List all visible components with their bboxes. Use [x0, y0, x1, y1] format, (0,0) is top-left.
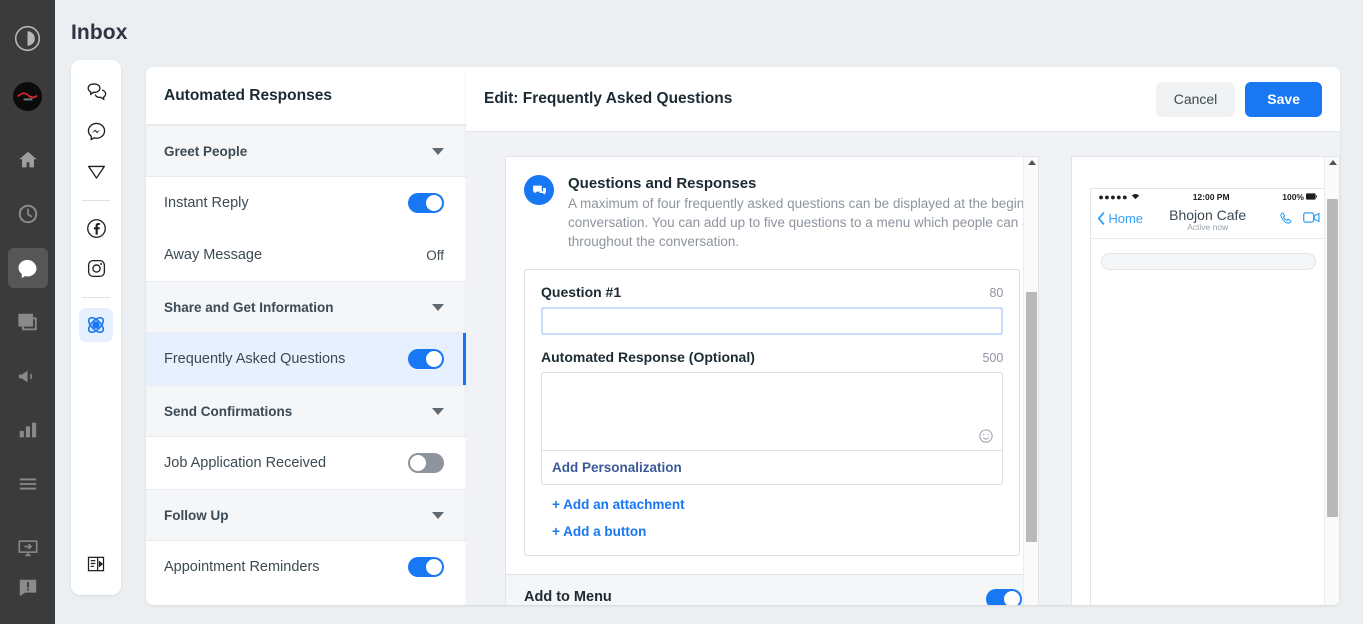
add-personalization-button[interactable]: Add Personalization [542, 450, 1002, 484]
phone-message-composer[interactable] [1101, 253, 1316, 270]
chevron-down-icon[interactable] [432, 148, 444, 155]
section-header-greet-people[interactable]: Greet People [146, 125, 466, 177]
setting-row-appointment-reminders[interactable]: Appointment Reminders [146, 541, 466, 593]
editor-header: Edit: Frequently Asked Questions Cancel … [466, 67, 1340, 132]
status-time: 12:00 PM [1193, 192, 1230, 202]
global-nav-rail [0, 0, 55, 624]
section-header-label: Follow Up [164, 508, 229, 523]
history-icon[interactable] [8, 194, 48, 234]
profile-avatar[interactable] [8, 76, 48, 116]
response-box: Add Personalization [541, 372, 1003, 485]
mobile-preview-card: ●●●●● 12:00 PM 100% [1071, 156, 1340, 605]
facebook-icon[interactable] [79, 211, 113, 245]
add-to-menu-section: Add to Menu [506, 574, 1038, 605]
scrollbar-thumb[interactable] [1327, 199, 1338, 517]
chevron-down-icon[interactable] [432, 408, 444, 415]
response-textarea[interactable] [542, 373, 1002, 445]
response-label: Automated Response (Optional) [541, 349, 755, 365]
faq-toggle[interactable] [408, 349, 444, 369]
megaphone-icon[interactable] [8, 356, 48, 396]
appointment-reminders-toggle[interactable] [408, 557, 444, 577]
response-char-limit: 500 [982, 351, 1003, 365]
video-camera-icon[interactable] [1303, 211, 1320, 231]
send-plane-icon[interactable] [79, 154, 113, 188]
section-header-share-get-information[interactable]: Share and Get Information [146, 281, 466, 333]
form-scrollbar[interactable] [1023, 157, 1038, 605]
away-message-state: Off [426, 248, 444, 263]
editor-panel: Edit: Frequently Asked Questions Cancel … [466, 67, 1340, 605]
job-application-toggle[interactable] [408, 453, 444, 473]
setting-row-job-application-received[interactable]: Job Application Received [146, 437, 466, 489]
channel-rail [71, 60, 121, 595]
chevron-down-icon[interactable] [432, 512, 444, 519]
wifi-icon [1131, 192, 1140, 202]
setting-label: Frequently Asked Questions [164, 351, 345, 367]
add-button-link[interactable]: + Add a button [552, 524, 1003, 539]
add-to-menu-title: Add to Menu [524, 589, 612, 605]
setting-row-away-message[interactable]: Away Message Off [146, 229, 466, 281]
section-header-send-confirmations[interactable]: Send Confirmations [146, 385, 466, 437]
intro-title: Questions and Responses [568, 175, 1039, 192]
thread-actions [1279, 211, 1320, 231]
instagram-icon[interactable] [79, 251, 113, 285]
rail-divider-2 [82, 297, 110, 298]
setting-row-frequently-asked-questions[interactable]: Frequently Asked Questions [146, 333, 466, 385]
question-card: Question #1 80 Automated Response (Optio… [524, 269, 1020, 556]
battery-percent: 100% [1282, 192, 1304, 202]
cancel-button[interactable]: Cancel [1156, 82, 1236, 117]
intro-block: Questions and Responses A maximum of fou… [506, 157, 1038, 257]
panel-layout-icon[interactable] [79, 547, 113, 581]
smiley-icon[interactable] [978, 428, 994, 444]
question-label: Question #1 [541, 284, 621, 300]
setting-row-page-recommended[interactable]: Page Recommended [146, 593, 466, 605]
insights-bar-icon[interactable] [8, 410, 48, 450]
preview-scrollbar[interactable] [1324, 157, 1339, 605]
setting-label: Instant Reply [164, 195, 249, 211]
setting-label: Job Application Received [164, 455, 326, 471]
panel-title: Automated Responses [146, 67, 466, 125]
feedback-icon[interactable] [8, 568, 48, 608]
phone-status-bar: ●●●●● 12:00 PM 100% [1091, 189, 1324, 205]
section-header-label: Send Confirmations [164, 404, 292, 419]
question-char-limit: 80 [989, 286, 1003, 300]
section-header-label: Greet People [164, 144, 247, 159]
page-title: Inbox [71, 21, 128, 45]
setting-row-instant-reply[interactable]: Instant Reply [146, 177, 466, 229]
battery-icon [1306, 192, 1317, 202]
faq-form-card: Questions and Responses A maximum of fou… [505, 156, 1039, 605]
editor-title: Edit: Frequently Asked Questions [484, 90, 1156, 108]
menu-lines-icon[interactable] [8, 464, 48, 504]
intro-body: A maximum of four frequently asked quest… [568, 194, 1039, 251]
scroll-up-arrow-icon[interactable] [1329, 160, 1337, 165]
chevron-down-icon[interactable] [432, 304, 444, 311]
automation-atom-icon[interactable] [79, 308, 113, 342]
pages-icon[interactable] [8, 302, 48, 342]
home-icon[interactable] [8, 140, 48, 180]
instant-reply-toggle[interactable] [408, 193, 444, 213]
questions-responses-icon [524, 175, 554, 205]
inbox-chat-icon[interactable] [8, 248, 48, 288]
question-input[interactable] [541, 307, 1003, 335]
scroll-up-arrow-icon[interactable] [1028, 160, 1036, 165]
brand-logo-icon[interactable] [8, 18, 48, 58]
add-attachment-link[interactable]: + Add an attachment [552, 497, 1003, 512]
setting-label: Away Message [164, 247, 262, 263]
signal-dots: ●●●●● [1098, 192, 1128, 202]
editor-body: Questions and Responses A maximum of fou… [466, 132, 1340, 605]
add-to-menu-toggle[interactable] [986, 589, 1022, 605]
section-header-label: Share and Get Information [164, 300, 334, 315]
setting-label: Appointment Reminders [164, 559, 320, 575]
switch-screen-icon[interactable] [8, 528, 48, 568]
scrollbar-thumb[interactable] [1026, 292, 1037, 542]
save-button[interactable]: Save [1245, 82, 1322, 117]
phone-frame: ●●●●● 12:00 PM 100% [1090, 188, 1325, 605]
automated-responses-panel: Automated Responses Greet People Instant… [146, 67, 466, 605]
rail-divider [82, 200, 110, 201]
phone-icon[interactable] [1279, 211, 1294, 231]
all-messages-icon[interactable] [79, 74, 113, 108]
messenger-icon[interactable] [79, 114, 113, 148]
section-header-follow-up[interactable]: Follow Up [146, 489, 466, 541]
phone-thread-header: Home Bhojon Cafe Active now [1091, 205, 1324, 239]
